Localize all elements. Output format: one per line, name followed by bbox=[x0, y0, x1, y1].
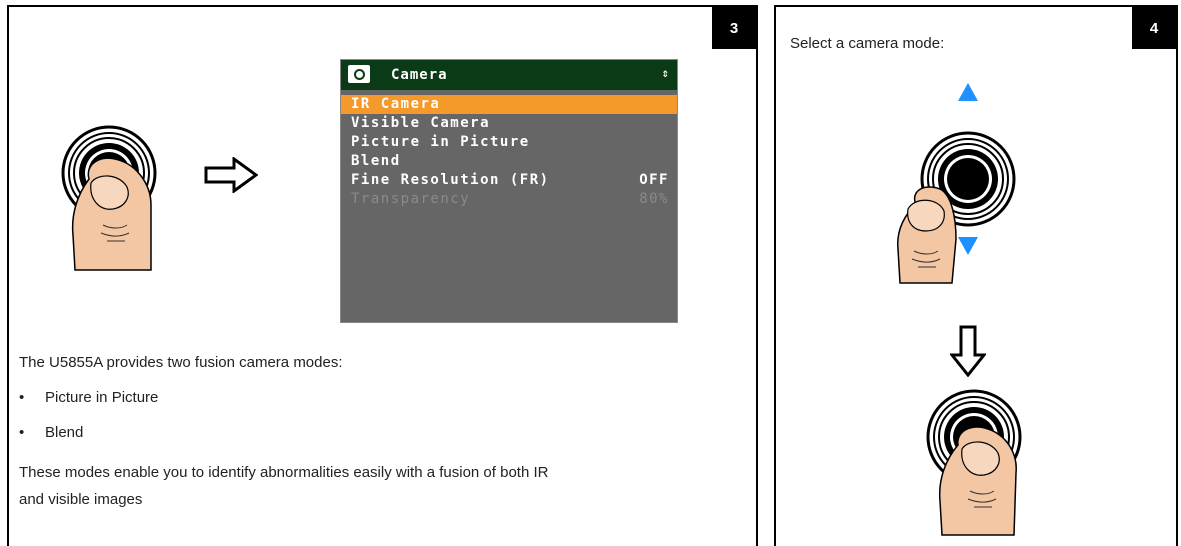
menu-item-picture-in-picture[interactable]: Picture in Picture bbox=[341, 133, 677, 152]
menu-item-ir-camera[interactable]: IR Camera bbox=[341, 95, 677, 114]
paragraph-line-1: These modes enable you to identify abnor… bbox=[19, 464, 549, 481]
paragraph-line-2: and visible images bbox=[19, 491, 143, 508]
menu-item-blend[interactable]: Blend bbox=[341, 152, 677, 171]
menu-item-visible-camera[interactable]: Visible Camera bbox=[341, 114, 677, 133]
joystick-press-icon bbox=[61, 125, 157, 271]
step-4-panel: 4 Select a camera mode: bbox=[774, 5, 1178, 546]
bullet-item: • Picture in Picture bbox=[19, 389, 159, 406]
arrow-right-icon bbox=[204, 157, 258, 193]
menu-title: Camera bbox=[391, 67, 448, 83]
intro-text: The U5855A provides two fusion camera mo… bbox=[19, 354, 343, 371]
menu-item-transparency: Transparency 80% bbox=[351, 191, 669, 207]
joystick-updown-icon bbox=[897, 83, 1016, 284]
step-number-badge: 3 bbox=[712, 7, 756, 49]
bullet-item: • Blend bbox=[19, 424, 84, 441]
transparency-value: 80% bbox=[639, 191, 669, 207]
step-number-badge: 4 bbox=[1132, 7, 1176, 49]
arrow-down-outline-icon bbox=[950, 325, 986, 377]
arrow-down-icon bbox=[958, 237, 978, 255]
joystick-press-icon bbox=[926, 389, 1022, 536]
step-3-panel: 3 Camera ⇕ IR Camera Visible Camera Pict… bbox=[7, 5, 758, 546]
camera-menu-screen: Camera ⇕ IR Camera Visible Camera Pictur… bbox=[340, 59, 678, 323]
menu-list: IR Camera Visible Camera Picture in Pict… bbox=[341, 95, 677, 209]
up-down-icon: ⇕ bbox=[661, 66, 669, 80]
arrow-up-icon bbox=[958, 83, 978, 101]
fine-resolution-value: OFF bbox=[639, 172, 669, 188]
camera-icon bbox=[348, 65, 370, 83]
step-instruction: Select a camera mode: bbox=[790, 35, 945, 52]
menu-item-fine-resolution[interactable]: Fine Resolution (FR) OFF bbox=[341, 171, 677, 190]
menu-header: Camera ⇕ bbox=[341, 60, 677, 90]
